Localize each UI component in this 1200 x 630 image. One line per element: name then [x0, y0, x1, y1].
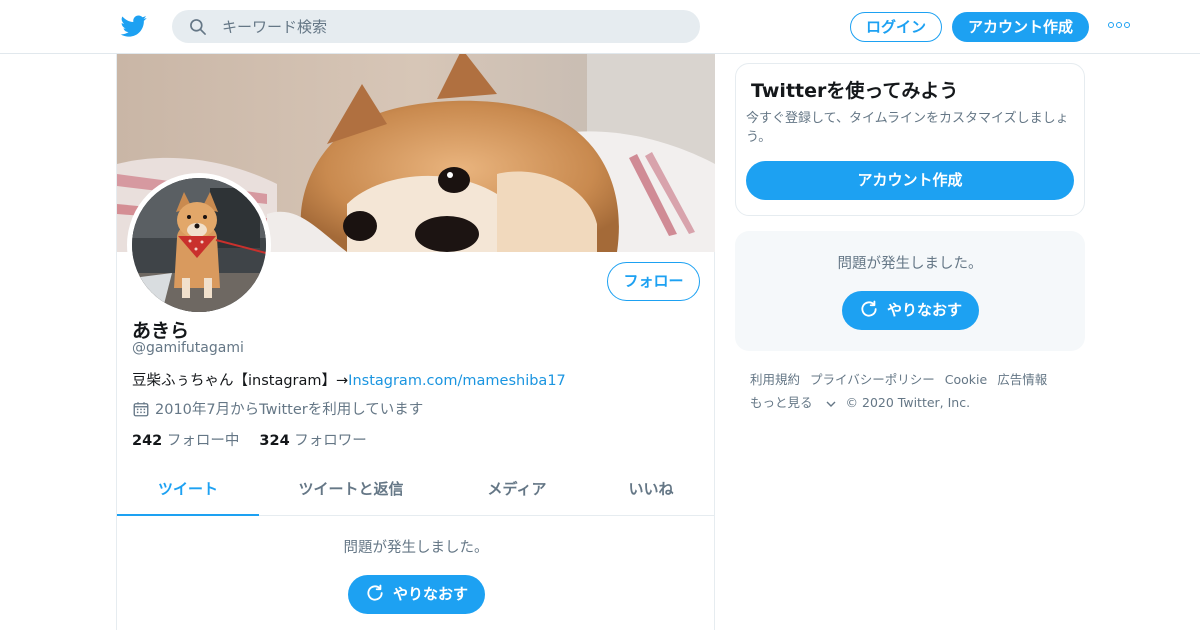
tab-likes[interactable]: いいね: [597, 467, 705, 516]
login-button[interactable]: ログイン: [850, 12, 942, 42]
signup-card: Twitterを使ってみよう 今すぐ登録して、タイムラインをカスタマイズしましょ…: [735, 63, 1085, 216]
chevron-down-icon: [826, 401, 836, 407]
sidebar-retry-label: やりなおす: [886, 301, 962, 319]
followers-stat[interactable]: 324 フォロワー: [259, 433, 366, 449]
tab-media[interactable]: メディア: [457, 467, 577, 516]
bio-text: 豆柴ふぅちゃん【instagram】→: [132, 373, 349, 389]
signup-button[interactable]: アカウント作成: [952, 12, 1089, 42]
timeline-retry-button[interactable]: やりなおす: [348, 575, 485, 614]
search-icon: [190, 19, 206, 35]
footer-links: 利用規約 プライバシーポリシー Cookie 広告情報 もっと見る © 2020 Twi…: [750, 368, 1085, 414]
search-input[interactable]: [222, 10, 682, 43]
following-count: 242: [132, 433, 163, 449]
footer-link-terms[interactable]: 利用規約: [750, 372, 800, 387]
twitter-bird-icon[interactable]: [120, 13, 148, 39]
footer-link-ads[interactable]: 広告情報: [997, 372, 1047, 387]
tab-tweets[interactable]: ツイート: [117, 467, 259, 516]
profile-bio: 豆柴ふぅちゃん【instagram】→Instagram.com/mameshi…: [132, 369, 566, 390]
profile-name: あきら: [132, 320, 190, 342]
following-label: フォロー中: [166, 433, 240, 449]
profile-handle[interactable]: @gamifutagami: [132, 340, 244, 356]
follow-button[interactable]: フォロー: [607, 262, 700, 301]
timeline-error-message: 問題が発生しました。: [343, 540, 489, 556]
signup-card-button[interactable]: アカウント作成: [746, 161, 1074, 200]
join-date-text: 2010年7月からTwitterを利用しています: [155, 402, 424, 418]
refresh-icon: [861, 300, 877, 317]
profile-tabs: ツイート ツイートと返信 メディア いいね: [117, 467, 715, 516]
sidebar-error-card: 問題が発生しました。 やりなおす: [735, 231, 1085, 351]
more-options-icon[interactable]: [1108, 22, 1130, 30]
footer-copyright: © 2020 Twitter, Inc.: [845, 395, 971, 410]
followers-count: 324: [259, 433, 290, 449]
sidebar-error-message: 問題が発生しました。: [837, 256, 983, 272]
footer-link-cookie[interactable]: Cookie: [945, 372, 987, 387]
footer-more-label: もっと見る: [750, 395, 813, 410]
signup-card-title: Twitterを使ってみよう: [751, 80, 959, 102]
profile-avatar[interactable]: [127, 173, 271, 317]
refresh-icon: [367, 584, 383, 601]
join-date: 2010年7月からTwitterを利用しています: [132, 398, 423, 419]
tab-tweets-and-replies[interactable]: ツイートと返信: [279, 467, 423, 516]
bio-link[interactable]: Instagram.com/mameshiba17: [348, 373, 566, 389]
footer-more-link[interactable]: もっと見る: [750, 395, 836, 410]
footer-link-privacy[interactable]: プライバシーポリシー: [810, 372, 935, 387]
calendar-icon: [133, 402, 149, 417]
timeline-retry-label: やりなおす: [392, 585, 468, 603]
sidebar-retry-button[interactable]: やりなおす: [842, 291, 979, 330]
profile-column: フォロー あきら @gamifutagami 豆柴ふぅちゃん【instagram…: [116, 54, 715, 630]
signup-card-description: 今すぐ登録して、タイムラインをカスタマイズしましょう。: [746, 111, 1069, 145]
following-stat[interactable]: 242 フォロー中: [132, 433, 239, 449]
search-box[interactable]: [172, 10, 700, 43]
top-navigation-bar: ログイン アカウント作成: [0, 0, 1200, 54]
profile-stats: 242 フォロー中 324 フォロワー: [132, 429, 367, 450]
followers-label: フォロワー: [294, 433, 367, 449]
